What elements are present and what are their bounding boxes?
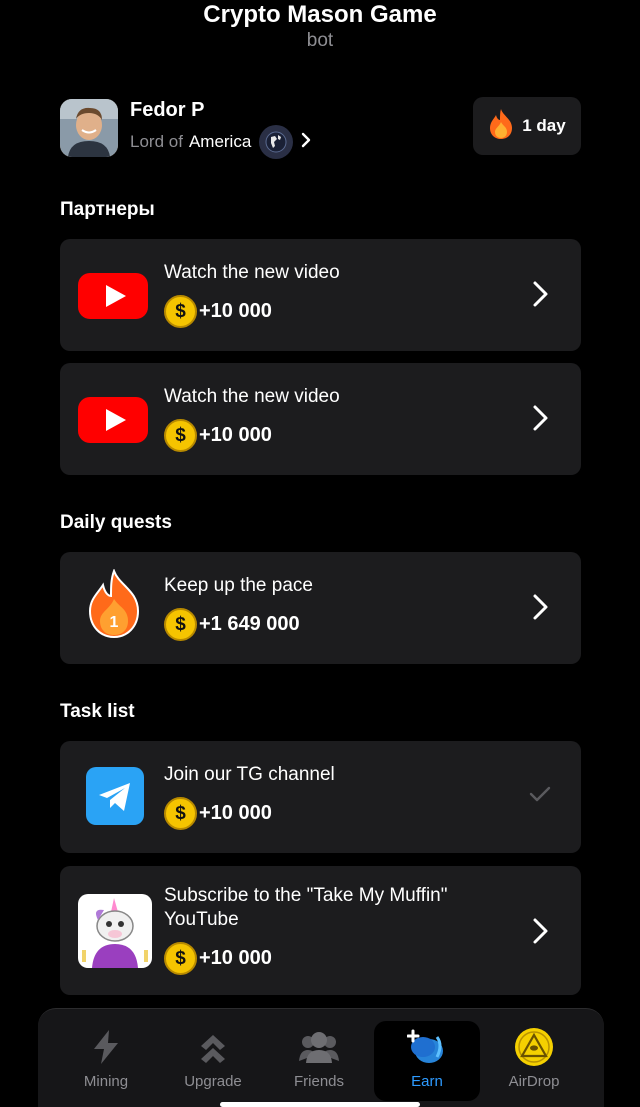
- card-reward: $ +10 000: [164, 797, 272, 830]
- card-title: Keep up the pace: [164, 575, 313, 596]
- nav-upgrade[interactable]: Upgrade: [160, 1021, 266, 1101]
- coin-icon: $: [164, 419, 197, 452]
- flame-icon: [488, 108, 514, 145]
- profile-name: Fedor P: [130, 99, 205, 121]
- nav-label: Earn: [411, 1073, 443, 1090]
- streak-label: 1 day: [522, 116, 566, 135]
- nav-label: Mining: [83, 1073, 129, 1090]
- coin-icon: $: [164, 608, 197, 641]
- airdrop-icon: [481, 1027, 587, 1067]
- app-header: Crypto Mason Game bot: [0, 0, 640, 52]
- card-title: Subscribe to the "Take My Muffin" YouTub…: [164, 885, 448, 930]
- partner-card[interactable]: Watch the new video $ +10 000: [60, 363, 581, 475]
- reward-amount: +10 000: [199, 300, 272, 322]
- avatar: [60, 99, 118, 157]
- unicorn-avatar-icon: [78, 894, 152, 968]
- reward-amount: +10 000: [199, 947, 272, 969]
- card-title: Join our TG channel: [164, 764, 335, 785]
- reward-amount: +10 000: [199, 802, 272, 824]
- reward-amount: +10 000: [199, 424, 272, 446]
- nav-label: Friends: [293, 1073, 345, 1090]
- card-reward: $ +10 000: [164, 942, 272, 975]
- daily-quest-card[interactable]: 1 Keep up the pace $ +1 649 000: [60, 552, 581, 664]
- double-chevron-up-icon: [160, 1027, 266, 1067]
- bottom-nav: Mining Upgrade Friends Earn AirDrop: [38, 1008, 604, 1107]
- telegram-icon: [86, 767, 144, 825]
- card-reward: $ +1 649 000: [164, 608, 300, 641]
- flame-icon: 1: [84, 568, 144, 640]
- chevron-right-icon: [533, 918, 548, 944]
- youtube-icon: [78, 261, 148, 331]
- globe-icon: [259, 125, 294, 159]
- youtube-icon: [78, 385, 148, 455]
- profile-block[interactable]: Fedor P Lord of America: [60, 97, 311, 159]
- chevron-right-icon: [533, 594, 548, 620]
- card-title: Watch the new video: [164, 262, 340, 283]
- checkmark-icon: [529, 786, 551, 802]
- friends-icon: [266, 1027, 372, 1067]
- section-title-tasks: Task list: [60, 701, 135, 722]
- app-title: Crypto Mason Game: [203, 1, 437, 28]
- nav-label: Upgrade: [184, 1073, 242, 1090]
- chevron-right-icon: [533, 405, 548, 431]
- flame-badge: 1: [110, 614, 119, 631]
- lord-prefix: Lord of: [130, 132, 183, 151]
- region-name: America: [188, 132, 252, 151]
- profile-region-row[interactable]: Lord of America: [130, 125, 311, 159]
- coin-icon: $: [164, 797, 197, 830]
- coin-icon: $: [164, 942, 197, 975]
- card-title: Watch the new video: [164, 386, 340, 407]
- nav-friends[interactable]: Friends: [266, 1021, 372, 1101]
- card-reward: $ +10 000: [164, 419, 272, 452]
- nav-mining[interactable]: Mining: [53, 1021, 159, 1101]
- lightning-icon: [53, 1027, 159, 1067]
- home-indicator: [220, 1102, 420, 1107]
- nav-airdrop[interactable]: AirDrop: [481, 1021, 587, 1101]
- coin-icon: $: [164, 295, 197, 328]
- streak-button[interactable]: 1 day: [473, 97, 581, 155]
- partner-card[interactable]: Watch the new video $ +10 000: [60, 239, 581, 351]
- task-card[interactable]: Join our TG channel $ +10 000: [60, 741, 581, 853]
- card-reward: $ +10 000: [164, 295, 272, 328]
- chevron-right-icon: [301, 132, 311, 153]
- nav-label: AirDrop: [508, 1073, 560, 1090]
- chevron-right-icon: [533, 281, 548, 307]
- app-subtitle: bot: [306, 30, 334, 51]
- task-card[interactable]: Subscribe to the "Take My Muffin" YouTub…: [60, 866, 581, 995]
- section-title-daily: Daily quests: [60, 512, 172, 533]
- section-title-partners: Партнеры: [60, 199, 155, 220]
- earn-icon: [374, 1027, 480, 1067]
- reward-amount: +1 649 000: [199, 613, 300, 635]
- nav-earn[interactable]: Earn: [374, 1021, 480, 1101]
